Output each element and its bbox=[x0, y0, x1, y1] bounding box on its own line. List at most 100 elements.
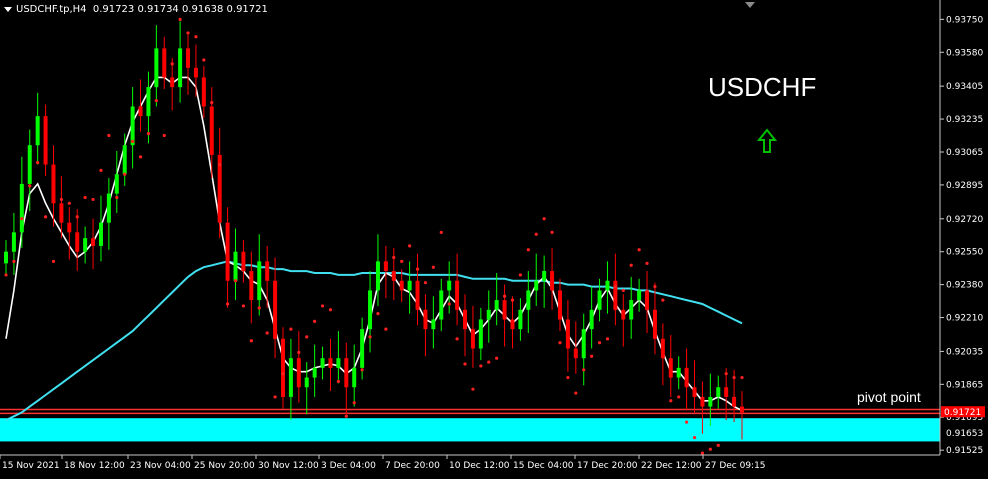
candle-body bbox=[502, 300, 507, 320]
sar-dot bbox=[51, 259, 56, 263]
candle-body bbox=[296, 358, 301, 388]
candle-body bbox=[463, 309, 468, 330]
sar-dot bbox=[574, 391, 578, 395]
sar-dot bbox=[439, 230, 443, 234]
price-tick-label: 0.93405 bbox=[946, 82, 983, 92]
sar-dot bbox=[629, 263, 633, 267]
moving-average-layer bbox=[5, 76, 743, 422]
time-tick-label: 17 Dec 20:00 bbox=[577, 461, 638, 471]
candle-body bbox=[106, 193, 111, 223]
candle-body bbox=[352, 367, 357, 388]
chart-shift-marker[interactable] bbox=[745, 2, 755, 8]
price-tick-label: 0.91525 bbox=[946, 446, 983, 456]
candle-body bbox=[51, 164, 56, 204]
sar-dot bbox=[344, 414, 348, 418]
candle-body bbox=[122, 145, 127, 175]
sar-dot bbox=[313, 319, 317, 324]
candle-body bbox=[542, 271, 547, 281]
candle-body bbox=[265, 261, 270, 281]
sar-dot bbox=[249, 339, 253, 343]
time-tick-label: 27 Dec 09:15 bbox=[705, 461, 766, 471]
candle-body bbox=[581, 329, 586, 359]
candle-body bbox=[534, 280, 539, 291]
sar-dot bbox=[368, 335, 372, 339]
sar-dot bbox=[471, 387, 475, 391]
candle-body bbox=[637, 290, 642, 301]
candle-body bbox=[328, 358, 333, 368]
sar-dot bbox=[415, 267, 420, 271]
sar-dot bbox=[384, 327, 388, 331]
sar-dot bbox=[202, 58, 206, 62]
candle-body bbox=[415, 280, 420, 310]
sar-dot bbox=[83, 195, 87, 200]
symbol-header[interactable]: USDCHF.tp,H4 0.91723 0.91734 0.91638 0.9… bbox=[4, 4, 268, 15]
sar-dot bbox=[605, 337, 610, 341]
candle-body bbox=[518, 309, 523, 330]
candle-body bbox=[83, 238, 88, 252]
candle-body bbox=[431, 319, 436, 330]
sar-dot bbox=[542, 217, 546, 221]
sar-dot bbox=[75, 215, 79, 219]
candle-body bbox=[589, 309, 594, 330]
sar-dot bbox=[502, 294, 507, 298]
sar-dot bbox=[582, 368, 586, 372]
sar-dot bbox=[613, 284, 617, 289]
sar-dot bbox=[99, 168, 103, 172]
time-tick-label: 3 Dec 04:00 bbox=[321, 461, 376, 471]
sar-dot bbox=[590, 354, 594, 358]
time-tick-label: 25 Nov 20:00 bbox=[194, 461, 255, 471]
candle-body bbox=[573, 348, 578, 359]
candle-body bbox=[35, 116, 40, 146]
candle-body bbox=[201, 77, 206, 107]
candle-body bbox=[368, 290, 373, 330]
candle-body bbox=[344, 358, 349, 388]
sar-dot bbox=[653, 284, 657, 289]
candle-body bbox=[186, 48, 191, 68]
sar-dot bbox=[677, 395, 681, 399]
candle-body bbox=[470, 329, 475, 349]
candle-body bbox=[565, 319, 570, 349]
chevron-down-icon[interactable] bbox=[4, 6, 12, 12]
candle-body bbox=[178, 48, 183, 88]
sar-dot bbox=[479, 364, 483, 368]
candle-body bbox=[304, 377, 309, 388]
sar-dot bbox=[131, 139, 135, 143]
candle-body bbox=[225, 222, 230, 281]
sar-dot bbox=[91, 197, 95, 202]
time-tick-label: 30 Nov 12:00 bbox=[258, 461, 319, 471]
sar-dot bbox=[495, 356, 499, 360]
sar-dot bbox=[257, 306, 261, 310]
price-tick-label: 0.92895 bbox=[946, 181, 983, 191]
current-price-label: 0.91721 bbox=[944, 408, 981, 418]
candle-body bbox=[423, 309, 428, 330]
candle-body bbox=[280, 338, 285, 397]
pivot-zone-price-label: 0.91653 bbox=[946, 429, 983, 439]
price-tick-label: 0.92550 bbox=[946, 248, 983, 258]
sar-dot bbox=[123, 172, 127, 176]
candle-body bbox=[91, 238, 96, 246]
candle-body bbox=[67, 222, 72, 233]
candle-body bbox=[98, 222, 103, 246]
sar-dot bbox=[194, 35, 198, 39]
sar-dot bbox=[162, 133, 166, 138]
candle-body bbox=[439, 290, 444, 320]
candle-body bbox=[146, 87, 151, 117]
sar-dot bbox=[700, 451, 705, 455]
candles-layer bbox=[4, 21, 744, 440]
candle-body bbox=[257, 261, 262, 301]
sar-dot bbox=[360, 368, 364, 372]
time-tick-label: 7 Dec 20:00 bbox=[385, 461, 440, 471]
price-tick-label: 0.92380 bbox=[946, 281, 983, 291]
price-tick-label: 0.92210 bbox=[946, 314, 983, 324]
sar-dot bbox=[336, 379, 340, 384]
sar-dot bbox=[558, 341, 562, 345]
sar-dot bbox=[281, 372, 285, 376]
sar-dot bbox=[20, 217, 24, 221]
candle-body bbox=[605, 280, 610, 291]
sar-dot bbox=[146, 131, 151, 136]
price-tick-label: 0.93235 bbox=[946, 115, 983, 125]
price-chart[interactable]: 0.93750 0.93580 0.93405 0.93235 0.93065 0.928… bbox=[0, 0, 988, 479]
candle-body bbox=[312, 367, 317, 378]
candle-body bbox=[399, 280, 404, 291]
candle-body bbox=[455, 280, 460, 310]
